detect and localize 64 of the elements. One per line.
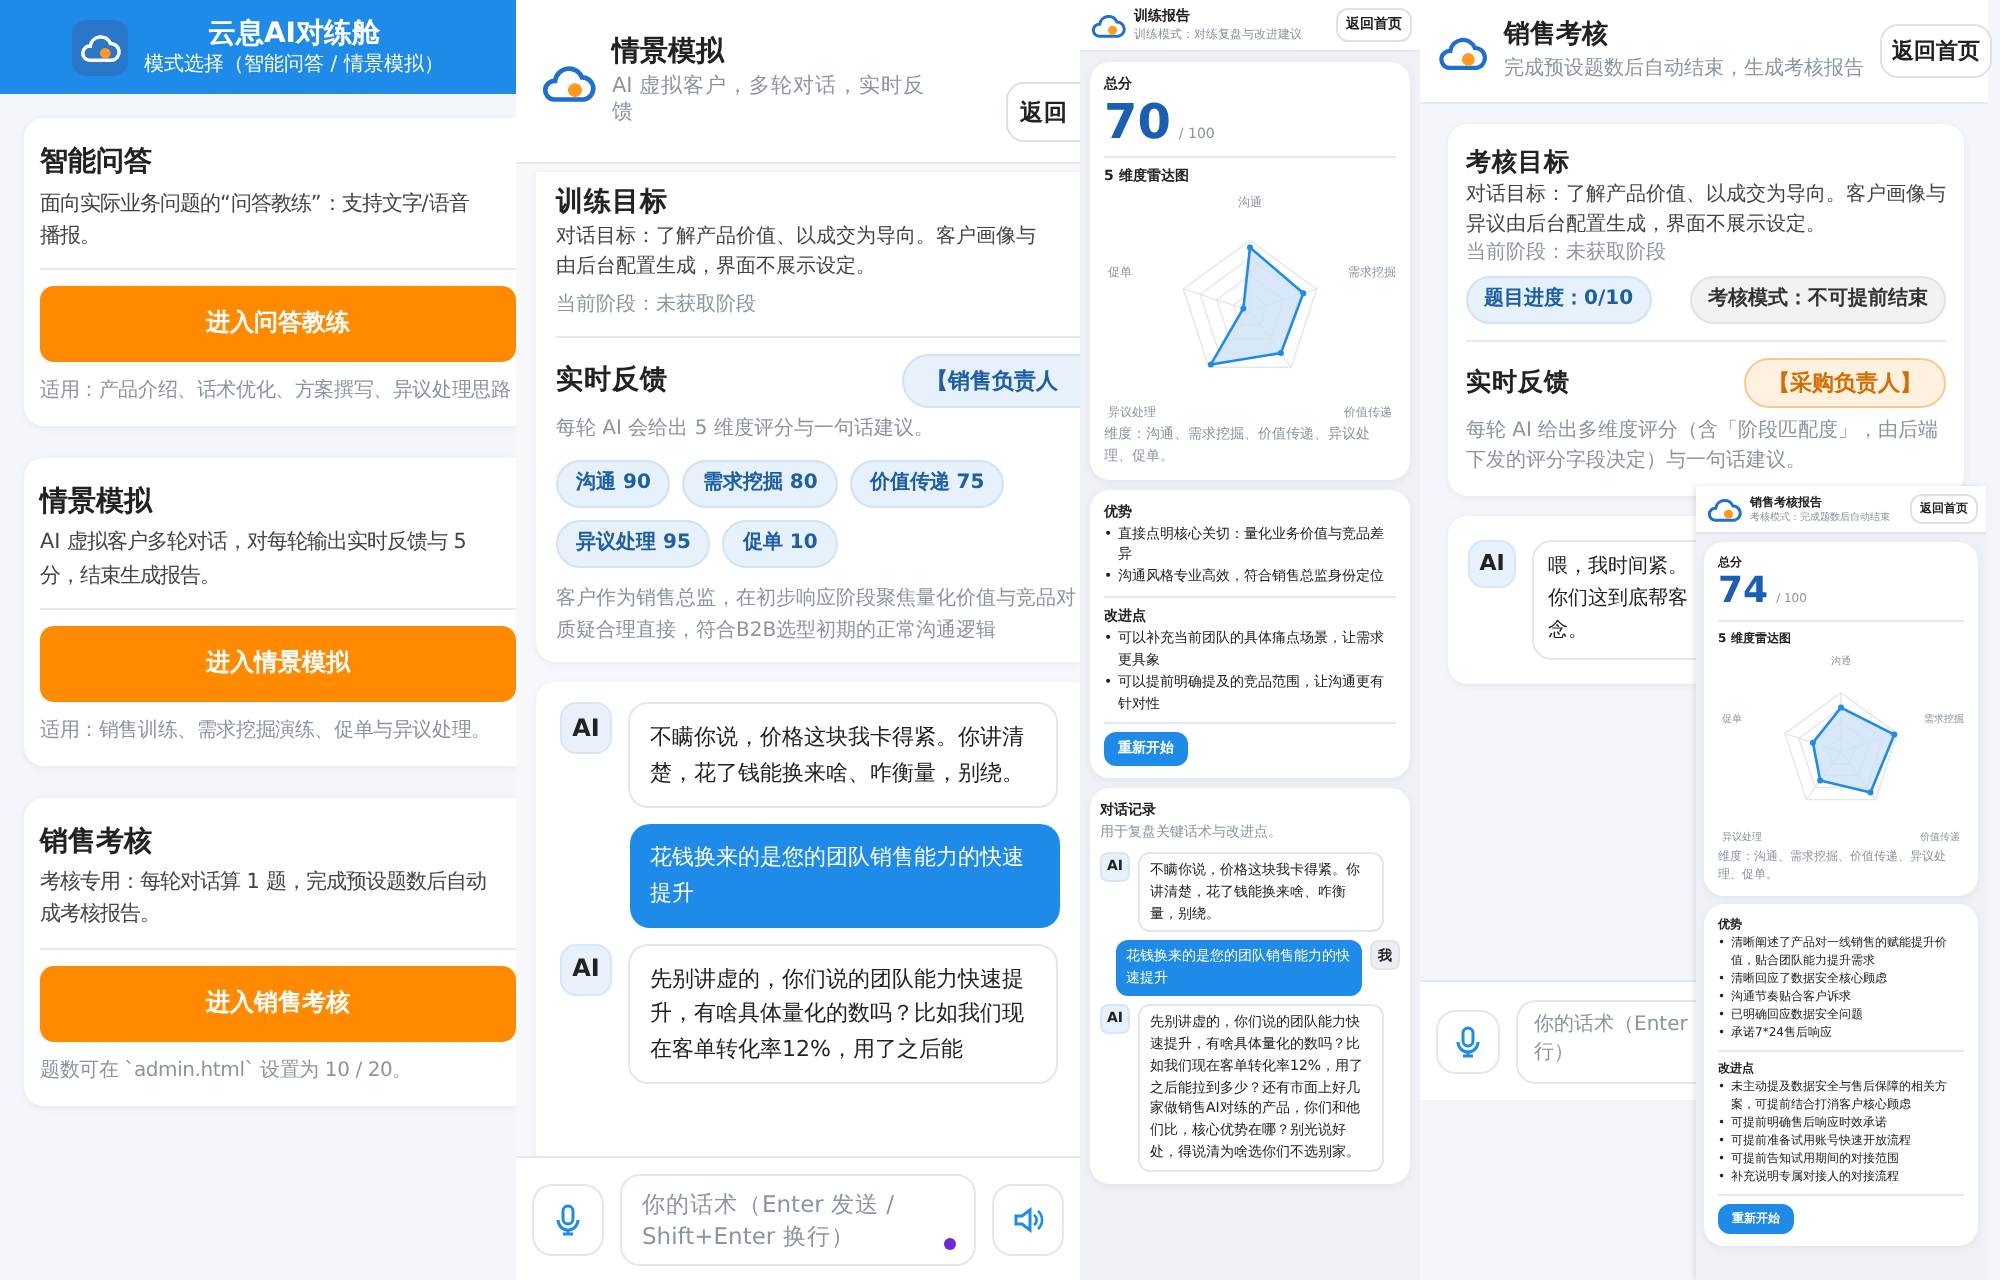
feedback-hint: 每轮 AI 给出多维度评分（含「阶段匹配度」，由后端下发的评分字段决定）与一句话建议。: [1466, 417, 1941, 476]
app-subtitle: 模式选择（智能问答 / 情景模拟）: [144, 54, 444, 79]
cloud-logo-icon: [1706, 496, 1742, 522]
message-bubble: 花钱换来的是您的团队销售能力的快速提升: [630, 824, 1060, 928]
section-title: 考核目标: [1466, 144, 1572, 179]
radar-area: [1809, 704, 1898, 796]
role-badge: 【销售负责人: [902, 353, 1080, 409]
stage-text: 当前阶段：未获取阶段: [1466, 239, 1668, 267]
message-bubble: 不瞒你说，价格这块我卡得紧。你讲清楚，花了钱能换来啥、咋衡量，别绕。: [628, 702, 1058, 809]
goal-description: 对话目标：了解产品价值、以成交为导向。客户画像与异议由后台配置生成，界面不展示设定。: [1466, 181, 1946, 239]
cloud-logo-icon: [1090, 12, 1126, 38]
microphone-button[interactable]: [1436, 1009, 1500, 1073]
speaker-button[interactable]: [992, 1183, 1064, 1255]
page-subtitle: AI 虚拟客户，多轮对话，实时反 馈: [612, 73, 928, 128]
feedback-comment: 客户作为销售总监，在初步响应阶段聚焦量化价值与竞品对 质疑合理直接，符合B2B选型初期的正常沟通逻辑: [556, 585, 1076, 646]
total-score: 74: [1718, 572, 1769, 612]
message-input[interactable]: 你的话术（Enter 行）: [1516, 999, 1696, 1083]
page-title: 情景模拟: [612, 34, 727, 73]
avatar: AI: [560, 702, 612, 755]
mode-title: 销售考核: [40, 823, 154, 862]
mode-description: 面向实际业务问题的“问答教练”：支持文字/语音 播报。: [40, 189, 471, 252]
back-button[interactable]: 返回: [1006, 81, 1080, 142]
message-input[interactable]: 你的话术（Enter 发送 / Shift+Enter 换行）: [620, 1173, 976, 1265]
avatar: AI: [560, 943, 612, 996]
section-title: 训练目标: [556, 184, 670, 222]
section-title: 实时反馈: [556, 362, 668, 401]
usage-note: 适用：产品介绍、话术优化、方案撰写、异议处理思路: [40, 377, 511, 406]
mode-title: 智能问答: [40, 144, 154, 182]
message-bubble: 先别讲虚的，你们说的团队能力快速提升，有啥具体量化的数吗？比如我们现在客单转化率12%，用了之后能: [628, 943, 1058, 1085]
exam-mode-badge: 考核模式：不可提前结束: [1690, 275, 1946, 323]
stage-text: 当前阶段：未获取阶段: [556, 291, 758, 320]
mode-description: AI 虚拟客户多轮对话，对每轮输出实时反馈与 5 分，结束生成报告。: [40, 528, 469, 592]
score-chip: 价值传递 75: [849, 460, 1005, 509]
usage-note: 适用：销售训练、需求挖掘演练、促单与异议处理。: [40, 717, 491, 746]
score-chip: 异议处理 95: [556, 520, 711, 569]
goal-description: 对话目标：了解产品价值、以成交为导向。客户画像与 由后台配置生成，界面不展示设定。: [556, 223, 1036, 283]
total-score: 70: [1104, 95, 1171, 149]
avatar: AI: [1468, 539, 1516, 588]
back-button[interactable]: 返回首页: [1880, 23, 1992, 79]
microphone-button[interactable]: [532, 1183, 604, 1255]
cloud-logo-icon: [78, 32, 123, 62]
mode-description: 考核专用：每轮对话算 1 题，完成预设题数后自动 成考核报告。: [40, 868, 489, 931]
progress-badge: 题目进度：0/10: [1466, 275, 1652, 323]
cloud-logo-icon: [1436, 33, 1488, 69]
radar-area: [1207, 244, 1307, 368]
page-title: 销售考核: [1504, 18, 1610, 55]
score-chip: 需求挖掘 80: [682, 460, 838, 509]
message-bubble: 喂，我时间紧。 你们这到底帮客 念。: [1532, 539, 1696, 660]
score-chip: 沟通 90: [556, 460, 671, 509]
enter-mode-button[interactable]: 进入情景模拟: [40, 625, 516, 702]
enter-mode-button[interactable]: 进入问答教练: [40, 285, 516, 362]
role-badge: 【采购负责人】: [1744, 357, 1946, 408]
microphone-icon: [1454, 1025, 1482, 1057]
microphone-icon: [554, 1203, 582, 1235]
page-subtitle: 完成预设题数后自动结束，生成考核报告: [1504, 55, 1864, 84]
section-title: 实时反馈: [1466, 364, 1570, 400]
speaker-icon: [1012, 1205, 1044, 1233]
feedback-hint: 每轮 AI 会给出 5 维度评分与一句话建议。: [556, 416, 936, 445]
cloud-logo-icon: [540, 61, 596, 101]
mode-title: 情景模拟: [40, 483, 155, 522]
score-chip: 促单 10: [722, 520, 838, 569]
app-title: 云息AI对练舱: [205, 15, 383, 53]
enter-mode-button[interactable]: 进入销售考核: [40, 965, 516, 1042]
usage-note: 题数可在 `admin.html` 设置为 10 / 20。: [40, 1057, 413, 1086]
